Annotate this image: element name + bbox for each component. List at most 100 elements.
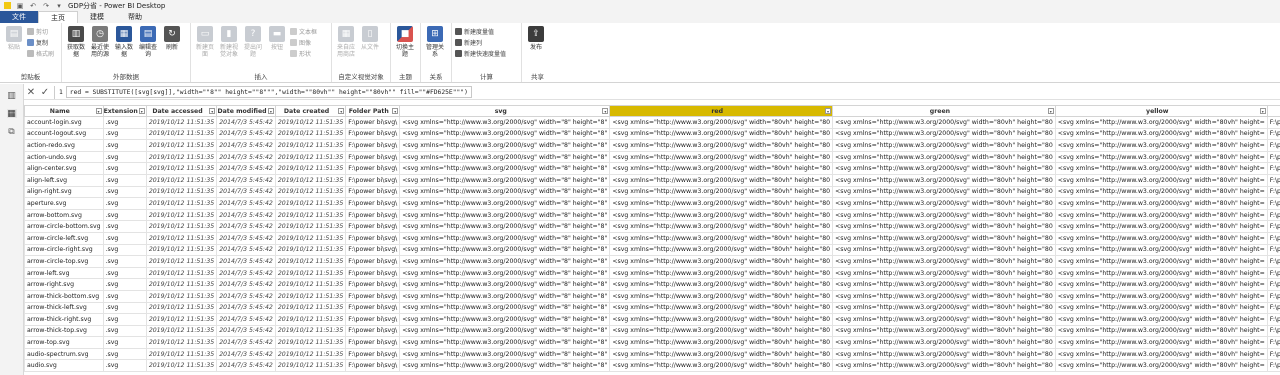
cut-button[interactable]: 剪切 [27, 27, 54, 36]
table-cell[interactable]: <svg xmlns="http://www.w3.org/2000/svg" … [609, 150, 834, 164]
table-row[interactable]: arrow-right.svg .svg 2019/10/12 11:51:35 20… [24, 278, 1280, 291]
table-cell[interactable]: 2014/7/3 5:45:42 [216, 347, 276, 361]
table-cell[interactable]: 2019/10/12 11:51:35 [145, 301, 218, 315]
table-cell[interactable]: F:\power bi\svg\ [345, 150, 401, 164]
table-cell[interactable]: 2019/10/12 11:51:35 [145, 127, 218, 141]
table-cell[interactable]: 2019/10/12 11:51:35 [274, 231, 347, 245]
table-cell[interactable]: <svg xmlns="http://www.w3.org/2000/svg" … [399, 324, 611, 338]
table-row[interactable]: arrow-top.svg .svg 2019/10/12 11:51:35 2014… [24, 336, 1280, 349]
table-cell[interactable]: <svg xmlns="http://www.w3.org/2000/svg" … [832, 208, 1056, 222]
table-cell[interactable]: <svg xmlns="http://www.w3.org/2000/svg" … [1054, 197, 1268, 210]
table-cell[interactable]: <svg xmlns="http://www.w3.org/2000/svg" … [399, 139, 611, 152]
column-header-folder-path[interactable]: Folder Path ▾ [345, 105, 401, 117]
table-cell[interactable]: 2014/7/3 5:45:42 [216, 278, 276, 291]
table-cell[interactable]: .svg [102, 347, 147, 361]
new-page-button[interactable]: ▭ 新建页面 [194, 26, 216, 72]
table-cell[interactable]: 2019/10/12 11:51:35 [274, 301, 347, 315]
table-cell[interactable]: <svg xmlns="http://www.w3.org/2000/svg" … [399, 313, 611, 326]
filter-dropdown-icon[interactable]: ▾ [825, 108, 832, 114]
table-cell[interactable]: <svg xmlns="http://www.w3.org/2000/svg" … [1054, 301, 1268, 315]
table-cell[interactable]: F:\power bi\svg\action-undo.svg [1266, 150, 1280, 164]
table-cell[interactable]: <svg xmlns="http://www.w3.org/2000/svg" … [399, 208, 611, 222]
table-cell[interactable]: <svg xmlns="http://www.w3.org/2000/svg" … [832, 150, 1056, 164]
table-cell[interactable]: align-center.svg [24, 162, 104, 175]
table-row[interactable]: arrow-circle-left.svg .svg 2019/10/12 11:5… [24, 231, 1280, 245]
table-cell[interactable]: F:\power bi\svg\ [345, 359, 401, 373]
table-cell[interactable]: F:\power bi\svg\ [345, 266, 401, 280]
table-cell[interactable]: <svg xmlns="http://www.w3.org/2000/svg" … [1054, 347, 1268, 361]
filter-dropdown-icon[interactable]: ▾ [1259, 108, 1266, 114]
table-cell[interactable]: <svg xmlns="http://www.w3.org/2000/svg" … [832, 220, 1056, 233]
table-cell[interactable]: F:\power bi\svg\ [345, 208, 401, 222]
table-cell[interactable]: F:\power bi\svg\account-login.svg [1266, 116, 1280, 129]
new-visual-button[interactable]: ▮ 新建视觉对象 [218, 26, 240, 72]
table-row[interactable]: align-right.svg .svg 2019/10/12 11:51:35 20… [24, 185, 1280, 199]
edit-queries-button[interactable]: ▤ 编辑查询 [137, 26, 159, 72]
filter-dropdown-icon[interactable]: ▾ [138, 108, 145, 114]
table-cell[interactable]: F:\power bi\svg\account-logout.svg [1266, 127, 1280, 141]
table-cell[interactable]: 2014/7/3 5:45:42 [216, 231, 276, 245]
filter-dropdown-icon[interactable]: ▾ [209, 108, 216, 114]
table-cell[interactable]: <svg xmlns="http://www.w3.org/2000/svg" … [399, 220, 611, 233]
table-cell[interactable]: 2019/10/12 11:51:35 [145, 243, 218, 257]
table-cell[interactable]: F:\power bi\svg\align-center.svg [1266, 162, 1280, 175]
table-row[interactable]: audio.svg .svg 2019/10/12 11:51:35 2014/7/3… [24, 359, 1280, 373]
table-cell[interactable]: <svg xmlns="http://www.w3.org/2000/svg" … [1054, 173, 1268, 187]
table-cell[interactable]: 2019/10/12 11:51:35 [274, 197, 347, 210]
table-cell[interactable]: F:\power bi\svg\ [345, 162, 401, 175]
table-cell[interactable]: <svg xmlns="http://www.w3.org/2000/svg" … [832, 313, 1056, 326]
redo-icon[interactable]: ↷ [42, 2, 50, 10]
table-cell[interactable]: <svg xmlns="http://www.w3.org/2000/svg" … [832, 185, 1056, 199]
table-cell[interactable]: 2019/10/12 11:51:35 [145, 231, 218, 245]
table-cell[interactable]: <svg xmlns="http://www.w3.org/2000/svg" … [832, 243, 1056, 257]
table-cell[interactable]: <svg xmlns="http://www.w3.org/2000/svg" … [609, 278, 834, 291]
table-cell[interactable]: F:\power bi\svg\ [345, 185, 401, 199]
table-cell[interactable]: <svg xmlns="http://www.w3.org/2000/svg" … [609, 173, 834, 187]
enter-data-button[interactable]: ▦ 输入数据 [113, 26, 135, 72]
table-cell[interactable]: 2019/10/12 11:51:35 [274, 347, 347, 361]
table-cell[interactable]: 2014/7/3 5:45:42 [216, 139, 276, 152]
table-row[interactable]: arrow-thick-bottom.svg .svg 2019/10/12 11:… [24, 289, 1280, 303]
table-cell[interactable]: <svg xmlns="http://www.w3.org/2000/svg" … [399, 266, 611, 280]
table-cell[interactable]: arrow-thick-right.svg [24, 313, 104, 326]
table-cell[interactable]: <svg xmlns="http://www.w3.org/2000/svg" … [832, 173, 1056, 187]
manage-relationships-button[interactable]: ⊞ 管理关系 [424, 26, 446, 72]
table-cell[interactable]: F:\power bi\svg\ [345, 231, 401, 245]
table-cell[interactable]: 2014/7/3 5:45:42 [216, 289, 276, 303]
table-cell[interactable]: aperture.svg [24, 197, 104, 210]
table-cell[interactable]: F:\power bi\svg\ [345, 289, 401, 303]
table-cell[interactable]: 2014/7/3 5:45:42 [216, 301, 276, 315]
table-cell[interactable]: 2019/10/12 11:51:35 [145, 185, 218, 199]
table-cell[interactable]: F:\power bi\svg\arrow-left.svg [1266, 266, 1280, 280]
table-cell[interactable]: F:\power bi\svg\align-right.svg [1266, 185, 1280, 199]
table-cell[interactable]: F:\power bi\svg\arrow-circle-right.svg [1266, 243, 1280, 257]
table-cell[interactable]: 2019/10/12 11:51:35 [145, 266, 218, 280]
table-cell[interactable]: 2019/10/12 11:51:35 [274, 150, 347, 164]
table-cell[interactable]: <svg xmlns="http://www.w3.org/2000/svg" … [399, 162, 611, 175]
table-cell[interactable]: 2014/7/3 5:45:42 [216, 266, 276, 280]
table-cell[interactable]: 2019/10/12 11:51:35 [274, 220, 347, 233]
commit-formula-icon[interactable]: ✓ [38, 87, 52, 98]
table-cell[interactable]: <svg xmlns="http://www.w3.org/2000/svg" … [609, 220, 834, 233]
table-row[interactable]: arrow-thick-right.svg .svg 2019/10/12 11:5… [24, 313, 1280, 326]
table-cell[interactable]: <svg xmlns="http://www.w3.org/2000/svg" … [832, 278, 1056, 291]
table-cell[interactable]: .svg [102, 139, 147, 152]
table-row[interactable]: account-login.svg .svg 2019/10/12 11:51:35… [24, 116, 1280, 129]
table-cell[interactable]: <svg xmlns="http://www.w3.org/2000/svg" … [399, 185, 611, 199]
table-row[interactable]: align-center.svg .svg 2019/10/12 11:51:35 2… [24, 162, 1280, 175]
table-cell[interactable]: F:\power bi\svg\ [345, 301, 401, 315]
table-cell[interactable]: <svg xmlns="http://www.w3.org/2000/svg" … [832, 324, 1056, 338]
image-button[interactable]: 图像 [290, 38, 317, 47]
column-header-green[interactable]: green ▾ [832, 105, 1056, 117]
table-cell[interactable]: <svg xmlns="http://www.w3.org/2000/svg" … [832, 231, 1056, 245]
table-cell[interactable]: .svg [102, 197, 147, 210]
table-cell[interactable]: <svg xmlns="http://www.w3.org/2000/svg" … [1054, 289, 1268, 303]
table-cell[interactable]: F:\power bi\svg\ [345, 173, 401, 187]
table-cell[interactable]: action-undo.svg [24, 150, 104, 164]
table-cell[interactable]: <svg xmlns="http://www.w3.org/2000/svg" … [1054, 278, 1268, 291]
table-cell[interactable]: <svg xmlns="http://www.w3.org/2000/svg" … [399, 116, 611, 129]
table-cell[interactable]: <svg xmlns="http://www.w3.org/2000/svg" … [399, 197, 611, 210]
table-cell[interactable]: 2019/10/12 11:51:35 [145, 116, 218, 129]
table-cell[interactable]: 2019/10/12 11:51:35 [145, 255, 218, 268]
table-cell[interactable]: F:\power bi\svg\arrow-circle-left.svg [1266, 231, 1280, 245]
